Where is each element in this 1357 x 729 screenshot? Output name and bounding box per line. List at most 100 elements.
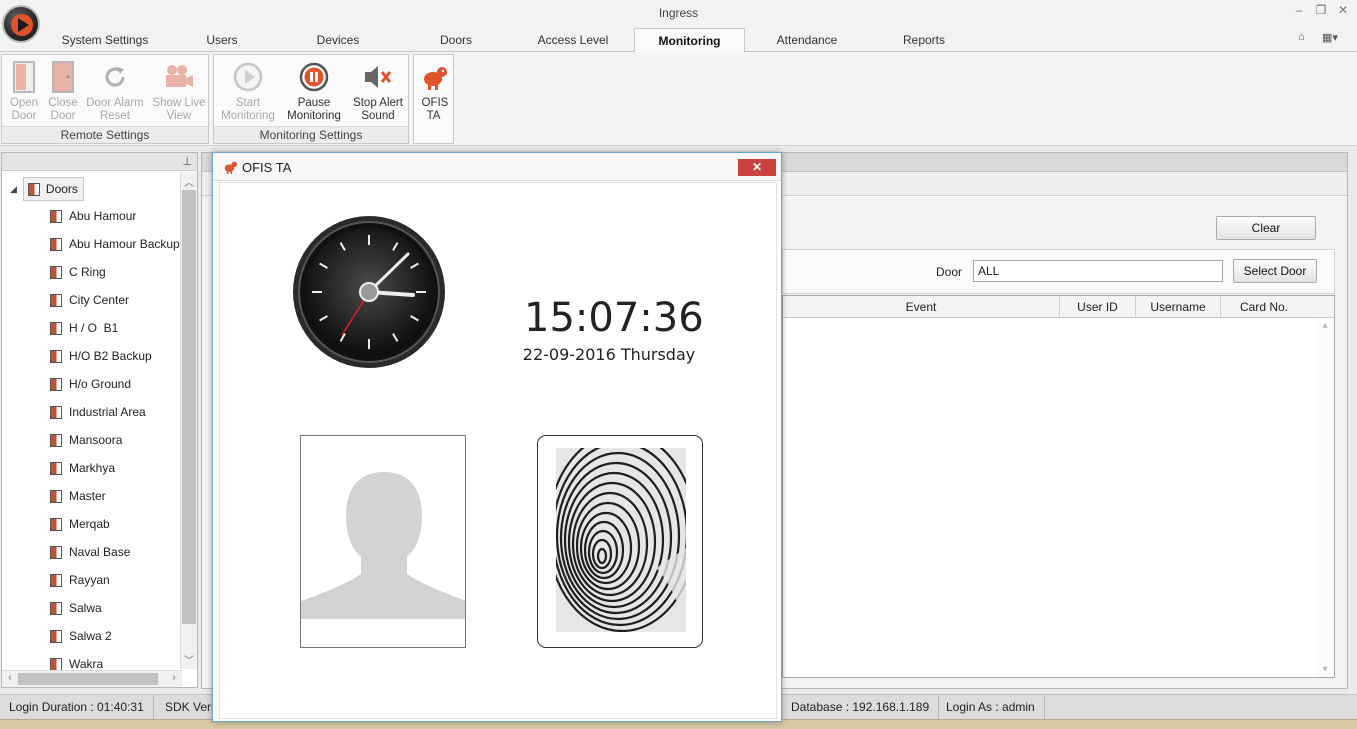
door-alarm-reset-button[interactable]: Door Alarm Reset [84,57,146,123]
dialog-title: OFIS TA [242,160,292,175]
ofis-ta-button[interactable]: OFIS TA [414,57,453,123]
door-icon [50,517,62,531]
pause-monitoring-button[interactable]: Pause Monitoring [283,57,345,123]
speaker-mute-icon [365,66,392,88]
tree-item[interactable]: H / O B1 [50,319,118,337]
layout-menu-icon[interactable]: ▦▾ [1322,31,1338,44]
door-icon [50,601,62,615]
scroll-left-icon[interactable]: ‹ [2,672,18,683]
tree-item[interactable]: H/o Ground [50,375,131,393]
door-icon [50,433,62,447]
tab-monitoring[interactable]: Monitoring [634,28,745,53]
scroll-thumb[interactable] [18,673,158,685]
column-header-event[interactable]: Event [783,296,1059,318]
tree-item[interactable]: H/O B2 Backup [50,347,152,365]
pane-header: ⊥ [2,153,197,171]
tree-item[interactable]: Naval Base [50,543,130,561]
window-title: Ingress [658,6,699,20]
tree-root-doors[interactable]: ◢ Doors [10,177,84,201]
tree-item[interactable]: Mansoora [50,431,122,449]
start-monitoring-button[interactable]: Start Monitoring [217,57,279,123]
fingerprint-panel [537,435,703,648]
collapse-ribbon-icon[interactable]: ⌂ [1298,31,1305,43]
close-window-button[interactable]: ✕ [1334,3,1352,17]
app-menu-button[interactable] [2,5,40,43]
scroll-right-icon[interactable]: › [166,672,182,683]
play-icon [233,62,263,92]
tree-item[interactable]: Abu Hamour [50,207,136,225]
pin-icon[interactable]: ⊥ [182,155,192,168]
tab-attendance[interactable]: Attendance [766,28,848,53]
tree-item[interactable]: Rayyan [50,571,110,589]
grid-header: Event User ID Username Card No. [783,296,1334,318]
minimize-button[interactable]: – [1290,3,1308,17]
door-icon [50,657,62,671]
tree-item[interactable]: Abu Hamour Backup [50,235,180,253]
clock-time: 15:07:36 [524,295,704,341]
scroll-up-icon[interactable]: ︿ [181,174,197,189]
tree-item[interactable]: Salwa 2 [50,627,112,645]
tree-item[interactable]: Markhya [50,459,115,477]
door-icon [50,293,62,307]
ribbon: Open Door Close Door Door Alarm Reset Sh… [0,52,1357,146]
door-icon [52,61,74,93]
door-icon [50,489,62,503]
tab-system-settings[interactable]: System Settings [50,28,160,53]
ofis-ta-group: OFIS TA [413,54,454,144]
scroll-thumb[interactable] [182,190,196,624]
tree-vertical-scrollbar[interactable]: ︿ ﹀ [180,172,197,669]
tab-reports[interactable]: Reports [893,28,955,53]
clear-button[interactable]: Clear [1216,216,1316,240]
tree-horizontal-scrollbar[interactable]: ‹ › [2,670,182,687]
door-icon [50,349,62,363]
tab-devices[interactable]: Devices [305,28,371,53]
tree-item[interactable]: Merqab [50,515,110,533]
doors-tree-pane: ⊥ ◢ Doors Abu Hamour Abu Hamour Backup C… [1,152,198,688]
door-icon [50,377,62,391]
door-icon [50,209,62,223]
tree-item[interactable]: C Ring [50,263,106,281]
remote-settings-group: Open Door Close Door Door Alarm Reset Sh… [1,54,209,144]
tree-item[interactable]: Master [50,487,106,505]
show-live-view-button[interactable]: Show Live View [150,57,208,123]
door-icon [50,461,62,475]
column-header-card-no[interactable]: Card No. [1220,296,1307,318]
close-door-button[interactable]: Close Door [45,57,81,123]
dialog-title-bar: OFIS TA ✕ [213,153,781,181]
database-status: Database : 192.168.1.189 [782,695,940,719]
scroll-down-icon[interactable]: ﹀ [181,652,197,667]
door-icon [50,629,62,643]
clock-date: 22-09-2016 Thursday [522,345,696,364]
scroll-down-icon[interactable]: ▾ [1317,664,1333,675]
events-grid: Event User ID Username Card No. ▴ ▾ [782,295,1335,678]
door-icon [27,182,40,196]
monitoring-settings-label: Monitoring Settings [214,126,408,143]
column-header-username[interactable]: Username [1135,296,1220,318]
ribbon-tabs: System Settings Users Devices Doors Acce… [0,26,1357,53]
column-header-user-id[interactable]: User ID [1059,296,1135,318]
restore-button[interactable]: ❐ [1312,3,1330,17]
door-icon [50,405,62,419]
tab-doors[interactable]: Doors [425,28,487,53]
person-silhouette-icon [301,472,465,619]
door-icon [50,573,62,587]
grid-vertical-scrollbar[interactable]: ▴ ▾ [1317,318,1334,677]
stop-alert-sound-button[interactable]: Stop Alert Sound [348,57,408,123]
remote-settings-label: Remote Settings [2,126,208,143]
fingerprint-icon [556,448,686,632]
scroll-up-icon[interactable]: ▴ [1317,320,1333,331]
open-door-button[interactable]: Open Door [6,57,42,123]
select-door-button[interactable]: Select Door [1233,259,1317,283]
collapse-icon[interactable]: ◢ [10,184,17,195]
camera-icon [166,65,193,87]
tree-item[interactable]: Industrial Area [50,403,146,421]
tab-users[interactable]: Users [190,28,254,53]
tab-access-level[interactable]: Access Level [528,28,618,53]
tree-item[interactable]: City Center [50,291,129,309]
tree-item[interactable]: Salwa [50,599,102,617]
door-filter-field[interactable]: ALL [973,260,1223,282]
ofis-ta-icon [423,67,447,90]
clock-icon [293,216,445,368]
dialog-close-button[interactable]: ✕ [738,159,776,176]
pause-icon [299,62,329,92]
